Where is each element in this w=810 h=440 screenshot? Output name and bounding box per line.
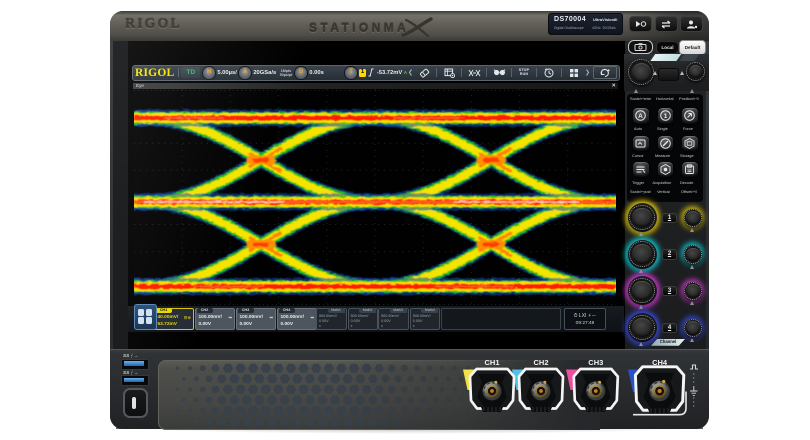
svg-text:CH3: CH3 bbox=[588, 358, 603, 367]
svg-text:CH1: CH1 bbox=[484, 358, 499, 367]
svg-text:A: A bbox=[639, 113, 644, 120]
svg-text:CH2: CH2 bbox=[533, 358, 548, 367]
svg-text:1: 1 bbox=[664, 113, 668, 120]
